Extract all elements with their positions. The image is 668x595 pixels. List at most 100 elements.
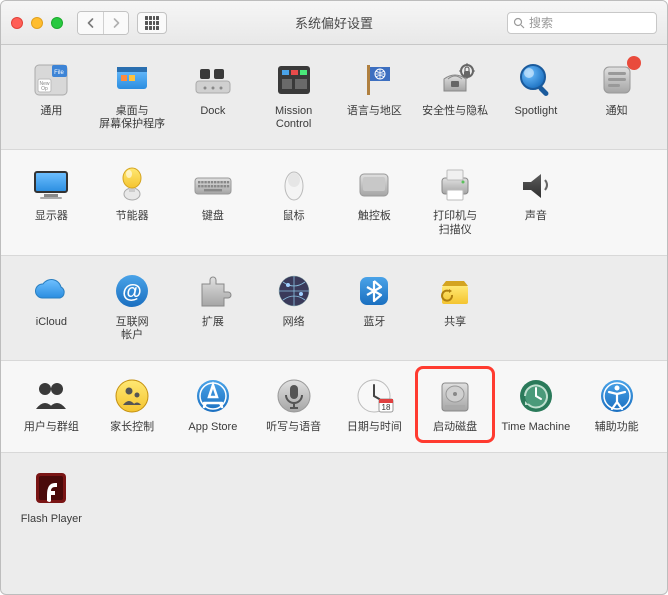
pref-item-desktop[interactable]: 桌面与 屏幕保护程序 xyxy=(92,59,172,131)
pref-item-label: 家长控制 xyxy=(110,421,154,434)
pref-item-sharing[interactable]: 共享 xyxy=(415,270,495,329)
mission-control-icon xyxy=(273,59,315,101)
pref-item-label: iCloud xyxy=(36,316,67,329)
pref-item-label: 通知 xyxy=(606,105,628,118)
pref-item-label: 蓝牙 xyxy=(363,316,385,329)
pref-item-label: 网络 xyxy=(283,316,305,329)
minimize-button[interactable] xyxy=(31,17,43,29)
language-icon xyxy=(353,59,395,101)
pref-item-label: App Store xyxy=(188,421,237,434)
pref-section: iCloud @ 互联网 帐户 扩展 网络 蓝牙 共享 xyxy=(1,255,667,360)
pref-item-general[interactable]: FileNewOp 通用 xyxy=(11,59,91,118)
pref-item-label: 通用 xyxy=(40,105,62,118)
time-machine-icon xyxy=(515,375,557,417)
pref-item-label: 用户与群组 xyxy=(24,421,79,434)
pref-item-app-store[interactable]: App Store xyxy=(173,375,253,434)
pref-item-mission-control[interactable]: Mission Control xyxy=(254,59,334,131)
pref-item-label: 打印机与 扫描仪 xyxy=(433,210,477,236)
pref-item-label: Dock xyxy=(200,105,225,118)
search-placeholder: 搜索 xyxy=(529,14,553,31)
pref-item-dictation[interactable]: 听写与语音 xyxy=(254,375,334,434)
mouse-icon xyxy=(273,164,315,206)
pref-item-security[interactable]: 安全性与隐私 xyxy=(415,59,495,118)
pref-item-label: 声音 xyxy=(525,210,547,223)
pref-item-label: 扩展 xyxy=(202,316,224,329)
pref-item-dock[interactable]: Dock xyxy=(173,59,253,118)
notifications-icon xyxy=(596,59,638,101)
pref-item-spotlight[interactable]: Spotlight xyxy=(496,59,576,118)
pref-item-label: 互联网 帐户 xyxy=(116,316,149,342)
energy-icon xyxy=(111,164,153,206)
pref-item-startup-disk[interactable]: 启动磁盘 xyxy=(415,366,495,443)
pref-item-bluetooth[interactable]: 蓝牙 xyxy=(334,270,414,329)
dock-icon xyxy=(192,59,234,101)
pref-item-internet-accounts[interactable]: @ 互联网 帐户 xyxy=(92,270,172,342)
pref-item-label: Mission Control xyxy=(275,105,312,131)
window-controls xyxy=(11,17,63,29)
pref-item-mouse[interactable]: 鼠标 xyxy=(254,164,334,223)
pref-item-label: Flash Player xyxy=(21,513,82,526)
extensions-icon xyxy=(192,270,234,312)
general-icon: FileNewOp xyxy=(30,59,72,101)
internet-accounts-icon: @ xyxy=(111,270,153,312)
pref-item-network[interactable]: 网络 xyxy=(254,270,334,329)
pref-item-users[interactable]: 用户与群组 xyxy=(11,375,91,434)
printers-icon xyxy=(434,164,476,206)
svg-text:18: 18 xyxy=(382,403,391,412)
pref-item-label: 共享 xyxy=(444,316,466,329)
pref-item-icloud[interactable]: iCloud xyxy=(11,270,91,329)
pref-item-energy[interactable]: 节能器 xyxy=(92,164,172,223)
spotlight-icon xyxy=(515,59,557,101)
pref-item-label: 键盘 xyxy=(202,210,224,223)
pref-item-trackpad[interactable]: 触控板 xyxy=(334,164,414,223)
bluetooth-icon xyxy=(353,270,395,312)
svg-text:@: @ xyxy=(122,281,142,303)
svg-text:Op: Op xyxy=(42,86,49,92)
nav-buttons xyxy=(77,11,129,35)
pref-item-parental[interactable]: 家长控制 xyxy=(92,375,172,434)
startup-disk-icon xyxy=(434,375,476,417)
pref-item-time-machine[interactable]: Time Machine xyxy=(496,375,576,434)
show-all-button[interactable] xyxy=(137,12,167,34)
pref-item-label: 听写与语音 xyxy=(266,421,321,434)
pref-item-language[interactable]: 语言与地区 xyxy=(334,59,414,118)
search-icon xyxy=(513,17,525,29)
system-preferences-window: 系统偏好设置 搜索 FileNewOp通用桌面与 屏幕保护程序DockMissi… xyxy=(0,0,668,595)
pref-item-label: 显示器 xyxy=(35,210,68,223)
pref-item-label: 语言与地区 xyxy=(347,105,402,118)
search-field[interactable]: 搜索 xyxy=(507,12,657,34)
pref-item-keyboard[interactable]: 键盘 xyxy=(173,164,253,223)
pref-item-label: 鼠标 xyxy=(283,210,305,223)
keyboard-icon xyxy=(192,164,234,206)
pref-item-sound[interactable]: 声音 xyxy=(496,164,576,223)
pref-item-notifications[interactable]: 通知 xyxy=(577,59,657,118)
pref-item-printers[interactable]: 打印机与 扫描仪 xyxy=(415,164,495,236)
forward-button[interactable] xyxy=(103,12,128,34)
pref-item-date-time[interactable]: 18 日期与时间 xyxy=(334,375,414,434)
notification-badge xyxy=(627,56,641,70)
desktop-icon xyxy=(111,59,153,101)
pref-section: 用户与群组 家长控制 App Store 听写与语音 18 日期与时间 启动磁盘 Time M… xyxy=(1,360,667,452)
svg-text:File: File xyxy=(55,70,65,76)
accessibility-icon xyxy=(596,375,638,417)
pref-item-label: 辅助功能 xyxy=(595,421,639,434)
pref-item-flash-player[interactable]: Flash Player xyxy=(11,467,91,526)
pref-item-accessibility[interactable]: 辅助功能 xyxy=(577,375,657,434)
pref-item-displays[interactable]: 显示器 xyxy=(11,164,91,223)
preferences-grid: FileNewOp 通用 桌面与 屏幕保护程序 Dock Mission Control… xyxy=(1,45,667,594)
icloud-icon xyxy=(30,270,72,312)
pref-section: 显示器 节能器键盘 鼠标 触控板 打印机与 扫描仪 声音 xyxy=(1,149,667,254)
close-button[interactable] xyxy=(11,17,23,29)
pref-item-label: Spotlight xyxy=(514,105,557,118)
app-store-icon xyxy=(192,375,234,417)
back-button[interactable] xyxy=(78,12,103,34)
pref-item-label: 日期与时间 xyxy=(347,421,402,434)
pref-item-label: 启动磁盘 xyxy=(433,421,477,434)
parental-icon xyxy=(111,375,153,417)
zoom-button[interactable] xyxy=(51,17,63,29)
pref-item-extensions[interactable]: 扩展 xyxy=(173,270,253,329)
pref-item-label: 桌面与 屏幕保护程序 xyxy=(99,105,165,131)
pref-item-label: 安全性与隐私 xyxy=(422,105,488,118)
pref-item-label: 触控板 xyxy=(358,210,391,223)
pref-section: FileNewOp 通用 桌面与 屏幕保护程序 Dock Mission Control… xyxy=(1,45,667,149)
